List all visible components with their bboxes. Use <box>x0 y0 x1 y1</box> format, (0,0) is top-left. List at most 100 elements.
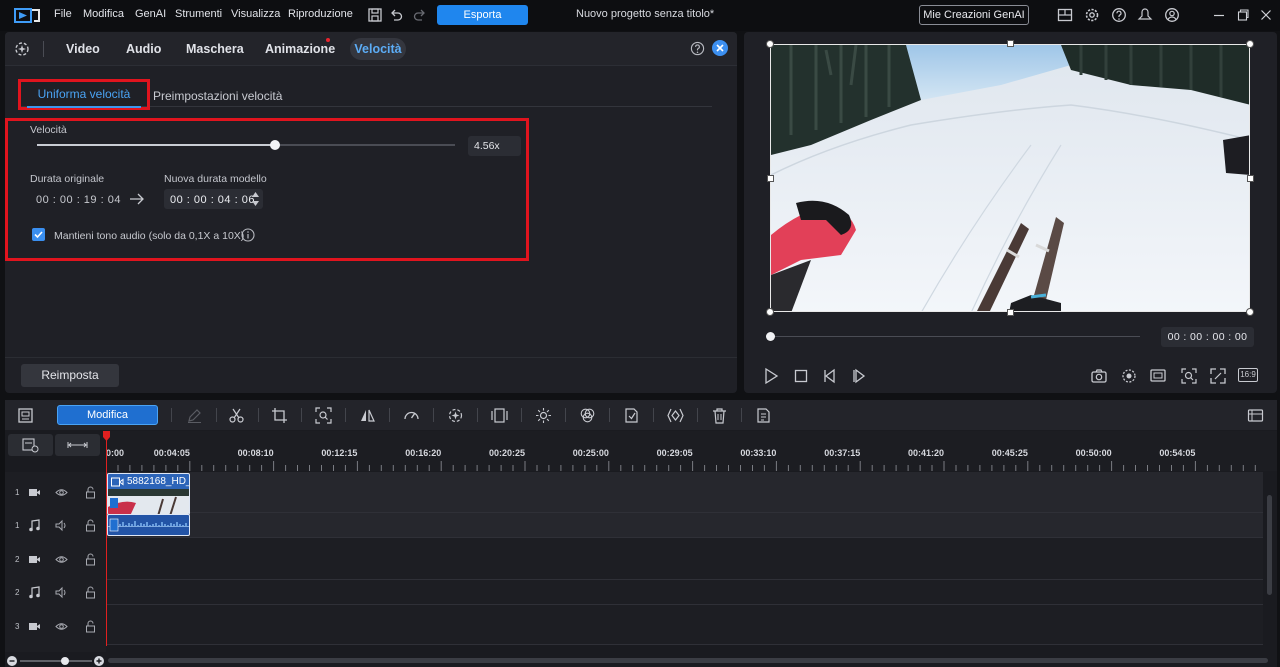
tab-velocita[interactable]: Velocità <box>350 38 406 60</box>
restore-icon[interactable] <box>1235 7 1251 23</box>
next-frame-icon[interactable] <box>851 367 869 385</box>
tab-video[interactable]: Video <box>66 42 100 56</box>
snapshot-camera-icon[interactable] <box>1090 367 1108 385</box>
stop-icon[interactable] <box>792 367 810 385</box>
color-adjust-icon[interactable] <box>579 407 596 424</box>
display-mode-icon[interactable] <box>1149 367 1167 385</box>
info-icon[interactable] <box>241 228 255 242</box>
resize-handle-bottom[interactable] <box>1007 309 1014 316</box>
notifications-icon[interactable] <box>1137 7 1153 23</box>
aspect-ratio-button[interactable]: 16:9 <box>1238 368 1258 382</box>
menu-genai[interactable]: GenAI <box>135 8 166 20</box>
audio-clip[interactable] <box>107 514 190 536</box>
menu-strumenti[interactable]: Strumenti <box>175 8 222 20</box>
video-track-3[interactable] <box>106 605 1263 645</box>
ai-effects-icon[interactable] <box>447 407 464 424</box>
add-track-button[interactable] <box>8 434 53 456</box>
media-room-icon[interactable] <box>17 407 34 424</box>
menu-visualizza[interactable]: Visualizza <box>231 8 280 20</box>
lock-icon[interactable] <box>84 519 97 532</box>
redo-icon[interactable] <box>411 7 427 23</box>
timeline-vertical-scrollbar[interactable] <box>1267 495 1272 595</box>
keyframe-icon[interactable] <box>667 407 684 424</box>
export-frame-icon[interactable] <box>623 407 640 424</box>
export-button[interactable]: Esporta <box>437 5 528 25</box>
resize-handle-top[interactable] <box>1007 40 1014 47</box>
edit-mode-button[interactable]: Modifica <box>57 405 158 425</box>
resize-handle-bottom-right[interactable] <box>1246 308 1254 316</box>
speaker-icon[interactable] <box>55 586 68 599</box>
audio-track-2[interactable] <box>106 580 1263 605</box>
duration-stepper-icon[interactable] <box>251 190 260 208</box>
video-stabilizer-icon[interactable] <box>491 407 508 424</box>
delete-trash-icon[interactable] <box>711 407 728 424</box>
lock-icon[interactable] <box>84 620 97 633</box>
minimize-icon[interactable] <box>1211 7 1227 23</box>
preview-scrub-thumb[interactable] <box>766 332 775 341</box>
layout-icon[interactable] <box>1057 7 1073 23</box>
zoom-preview-icon[interactable] <box>1180 367 1198 385</box>
speed-value-input[interactable]: 4.56x <box>468 136 521 156</box>
settings-gear-icon[interactable] <box>1084 7 1100 23</box>
video-track-1[interactable] <box>106 472 1263 513</box>
tab-audio[interactable]: Audio <box>126 42 161 56</box>
speed-gauge-icon[interactable] <box>403 407 420 424</box>
previous-frame-icon[interactable] <box>821 367 839 385</box>
lock-icon[interactable] <box>84 586 97 599</box>
tab-maschera[interactable]: Maschera <box>186 42 244 56</box>
visibility-eye-icon[interactable] <box>55 553 68 566</box>
timeline-horizontal-scrollbar[interactable] <box>108 658 1268 663</box>
timeline-ruler[interactable]: 0:00 00:04:05 00:08:10 00:12:15 00:16:20 00:2… <box>106 431 1277 471</box>
resize-handle-left[interactable] <box>767 175 774 182</box>
preview-scrub-bar[interactable] <box>770 336 1140 337</box>
speed-slider-thumb[interactable] <box>270 140 280 150</box>
ruler-label: 00:04:05 <box>153 448 190 458</box>
brightness-icon[interactable] <box>535 407 552 424</box>
zoom-crop-icon[interactable] <box>315 407 332 424</box>
keep-pitch-checkbox[interactable] <box>32 228 45 241</box>
ruler-label: 00:25:00 <box>572 448 609 458</box>
timeline-settings-icon[interactable] <box>1247 407 1264 424</box>
menu-file[interactable]: File <box>54 8 72 20</box>
account-icon[interactable] <box>1164 7 1180 23</box>
resize-handle-bottom-left[interactable] <box>766 308 774 316</box>
fit-timeline-button[interactable] <box>55 434 100 456</box>
visibility-eye-icon[interactable] <box>55 620 68 633</box>
speaker-icon[interactable] <box>55 519 68 532</box>
lock-icon[interactable] <box>84 486 97 499</box>
lock-icon[interactable] <box>84 553 97 566</box>
subtab-speed-presets[interactable]: Preimpostazioni velocità <box>153 89 282 103</box>
scissors-icon[interactable] <box>228 407 245 424</box>
audio-track-1[interactable] <box>106 513 1263 538</box>
panel-close-icon[interactable] <box>712 40 728 56</box>
menu-modifica[interactable]: Modifica <box>83 8 124 20</box>
title-bar: File Modifica GenAI Strumenti Visualizza… <box>0 0 1280 31</box>
fullscreen-icon[interactable] <box>1209 367 1227 385</box>
playhead[interactable] <box>106 431 107 646</box>
undo-icon[interactable] <box>389 7 405 23</box>
save-icon[interactable] <box>367 7 383 23</box>
timeline-zoom-slider[interactable] <box>6 655 106 667</box>
visibility-eye-icon[interactable] <box>55 486 68 499</box>
video-track-2[interactable] <box>106 538 1263 580</box>
playhead-handle-icon[interactable] <box>103 431 110 441</box>
video-preview[interactable] <box>770 44 1250 312</box>
crop-icon[interactable] <box>271 407 288 424</box>
resize-handle-right[interactable] <box>1247 175 1254 182</box>
help-icon[interactable] <box>1111 7 1127 23</box>
quality-settings-icon[interactable] <box>1120 367 1138 385</box>
reset-button[interactable]: Reimposta <box>21 364 119 387</box>
preview-timecode[interactable]: 00 : 00 : 00 : 00 <box>1161 327 1254 347</box>
magic-tools-icon[interactable] <box>13 40 31 58</box>
close-window-icon[interactable] <box>1258 7 1274 23</box>
more-tools-icon[interactable] <box>755 407 772 424</box>
video-clip[interactable]: 5882168_HD_0 <box>107 473 190 515</box>
menu-riproduzione[interactable]: Riproduzione <box>288 8 353 20</box>
play-icon[interactable] <box>762 367 780 385</box>
panel-help-icon[interactable] <box>690 41 705 56</box>
resize-handle-top-left[interactable] <box>766 40 774 48</box>
flip-icon[interactable] <box>359 407 376 424</box>
genai-creations-button[interactable]: Mie Creazioni GenAI <box>919 5 1029 25</box>
tab-animazione[interactable]: Animazione <box>265 42 335 56</box>
resize-handle-top-right[interactable] <box>1246 40 1254 48</box>
